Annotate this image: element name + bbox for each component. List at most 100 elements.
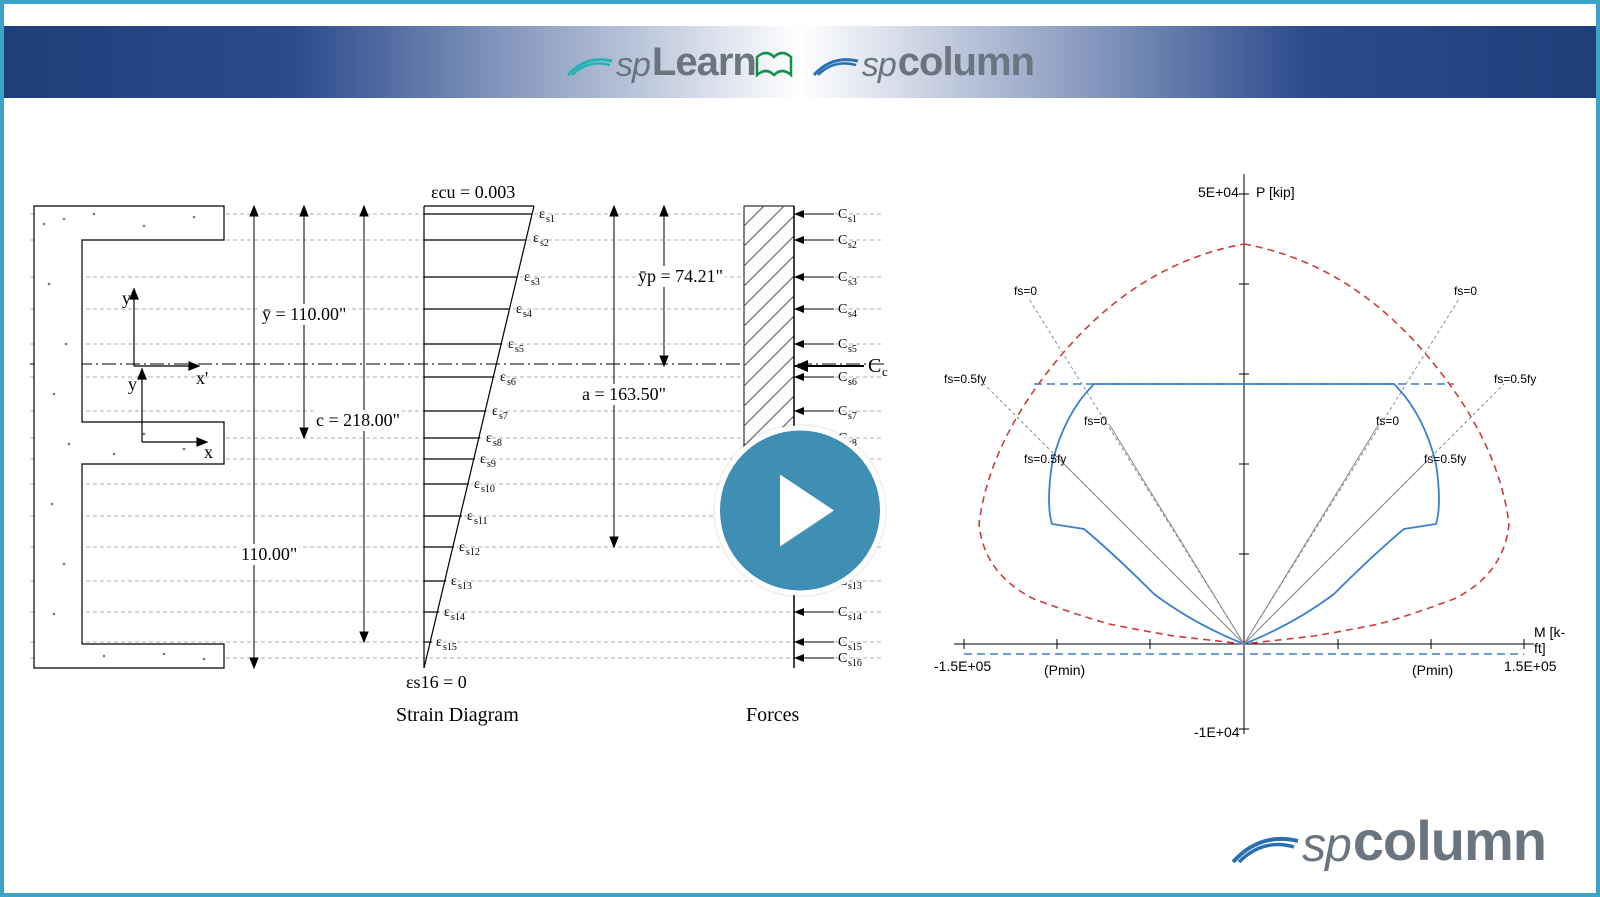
svg-text:s4: s4: [848, 309, 857, 320]
y-label: y: [128, 374, 137, 394]
svg-text:ε: ε: [500, 370, 506, 385]
fs0-il: fs=0: [1084, 414, 1107, 428]
pmin-left: (Pmin): [1044, 662, 1085, 678]
fs05-ul: fs=0.5fy: [944, 372, 986, 386]
svg-text:C: C: [838, 270, 847, 285]
p-max-tick: 5E+04: [1198, 184, 1239, 200]
logo-column-text: column: [898, 40, 1034, 85]
x-prime-label: x': [196, 368, 208, 388]
svg-text:s9: s9: [487, 459, 496, 470]
svg-text:s14: s14: [451, 612, 465, 623]
svg-text:C: C: [838, 605, 847, 620]
svg-text:s1: s1: [546, 214, 555, 225]
svg-text:s5: s5: [515, 344, 524, 355]
svg-text:ε: ε: [451, 574, 457, 589]
svg-text:s14: s14: [848, 612, 862, 623]
m-max-tick: 1.5E+05: [1504, 658, 1557, 674]
forces-caption: Forces: [744, 704, 801, 727]
svg-text:s3: s3: [531, 277, 540, 288]
footer-sp-column-logo: sp column: [1230, 808, 1546, 873]
svg-text:s4: s4: [523, 309, 532, 320]
p-min-tick: -1E+04: [1194, 724, 1240, 740]
play-icon: [780, 474, 834, 546]
svg-text:s13: s13: [848, 581, 862, 592]
svg-text:C: C: [838, 370, 847, 385]
svg-text:ε: ε: [467, 509, 473, 524]
book-icon: [754, 49, 794, 79]
fs0-ir: fs=0: [1376, 414, 1399, 428]
footer-sp: sp: [1302, 818, 1351, 873]
svg-text:s7: s7: [499, 411, 508, 422]
fs05-ir: fs=0.5fy: [1424, 452, 1466, 466]
svg-text:ε: ε: [516, 302, 522, 317]
svg-text:s7: s7: [848, 411, 857, 422]
svg-text:s2: s2: [848, 240, 857, 251]
svg-text:C: C: [838, 233, 847, 248]
svg-text:s10: s10: [481, 484, 495, 495]
yp-dim: ȳp = 74.21": [636, 266, 725, 287]
svg-text:ε: ε: [459, 540, 465, 555]
svg-text:s5: s5: [848, 344, 857, 355]
eps16-label: εs16 = 0: [404, 672, 469, 693]
y-bar-dim: ȳ = 110.00": [260, 304, 348, 325]
swoosh-icon: [812, 53, 860, 77]
sp-column-logo: sp column: [812, 40, 1034, 85]
logo-sp-text: sp: [616, 46, 650, 85]
svg-text:ε: ε: [533, 231, 539, 246]
a-dim: a = 163.50": [580, 384, 668, 405]
svg-text:s1: s1: [848, 214, 857, 225]
svg-text:ε: ε: [444, 605, 450, 620]
p-axis-label: P [kip]: [1256, 184, 1295, 200]
svg-text:s16: s16: [848, 658, 862, 669]
pmin-right: (Pmin): [1412, 662, 1453, 678]
svg-text:ε: ε: [524, 270, 530, 285]
svg-text:C: C: [838, 635, 847, 650]
epsilon-cu-label: εcu = 0.003: [429, 182, 517, 203]
svg-text:s13: s13: [458, 581, 472, 592]
svg-text:C: C: [838, 337, 847, 352]
y-prime-label: y': [122, 288, 134, 308]
svg-text:ε: ε: [474, 477, 480, 492]
svg-text:s6: s6: [507, 377, 516, 388]
svg-text:ε: ε: [486, 431, 492, 446]
svg-text:s15: s15: [848, 642, 862, 653]
main-content: y' x' y x: [4, 144, 1596, 893]
svg-text:ε: ε: [436, 635, 442, 650]
svg-text:C: C: [838, 302, 847, 317]
top-banner: sp Learn sp column: [4, 26, 1596, 98]
svg-text:C: C: [838, 404, 847, 419]
logo-sp-text: sp: [862, 46, 896, 85]
pm-interaction-diagram: 5E+04 P [kip] M [k-ft] -1.5E+05 1.5E+05 …: [914, 154, 1574, 774]
x-label: x: [204, 442, 213, 462]
svg-text:C: C: [838, 207, 847, 222]
c-dim: c = 218.00": [314, 410, 402, 431]
svg-text:s6: s6: [848, 377, 857, 388]
svg-text:C: C: [868, 355, 881, 377]
swoosh-icon: [1230, 829, 1300, 865]
svg-text:s15: s15: [443, 642, 457, 653]
h-half-dim: 110.00": [239, 544, 299, 565]
svg-text:s2: s2: [540, 238, 549, 249]
fs05-il: fs=0.5fy: [1024, 452, 1066, 466]
sp-learn-logo: sp Learn: [566, 40, 794, 85]
fs0-ur: fs=0: [1454, 284, 1477, 298]
svg-text:ε: ε: [539, 207, 545, 222]
svg-text:ε: ε: [492, 404, 498, 419]
svg-text:C: C: [838, 651, 847, 666]
m-axis-label: M [k-ft]: [1534, 624, 1574, 656]
swoosh-icon: [566, 53, 614, 77]
svg-text:s3: s3: [848, 277, 857, 288]
logo-learn-text: Learn: [652, 40, 756, 85]
svg-text:ε: ε: [508, 337, 514, 352]
svg-text:s11: s11: [474, 516, 488, 527]
fs05-ur: fs=0.5fy: [1494, 372, 1536, 386]
svg-text:s8: s8: [493, 438, 502, 449]
svg-text:ε: ε: [480, 452, 486, 467]
svg-text:s12: s12: [466, 547, 480, 558]
fs0-ul: fs=0: [1014, 284, 1037, 298]
svg-text:c: c: [882, 364, 888, 379]
strain-caption: Strain Diagram: [394, 704, 521, 727]
play-button[interactable]: [715, 425, 885, 595]
footer-column: column: [1353, 808, 1546, 873]
m-min-tick: -1.5E+05: [934, 658, 991, 674]
